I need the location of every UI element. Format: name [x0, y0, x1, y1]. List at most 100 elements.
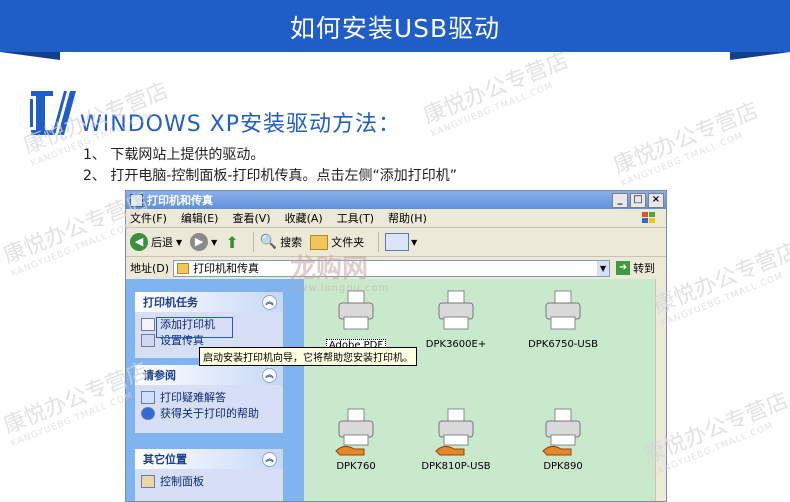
printer-item[interactable]: DPK810P-USB: [412, 407, 500, 472]
task-pane: 打印机任务 ︽ 添加打印机 设置传真 请参阅 ︽ 打印疑难解答 获得关于打印的帮…: [126, 279, 304, 501]
printer-name: DPK6750-USB: [528, 339, 598, 350]
printer-icon: [545, 290, 581, 330]
forward-arrow-icon: ▶: [190, 233, 209, 251]
views-button[interactable]: ▼: [385, 233, 417, 251]
folder-icon: [310, 234, 329, 250]
print-help-label: 获得关于打印的帮助: [160, 407, 259, 420]
back-label: 后退: [151, 236, 173, 249]
printer-item[interactable]: DPK760: [312, 407, 400, 472]
instruction-step-1: 1、 下载网站上提供的驱动。: [83, 147, 265, 163]
section-title: WINDOWS XP安装驱动方法：: [80, 112, 402, 137]
toolbar: ◀ 后退 ▼ ▶ ▼ ⬆ 🔍 搜索 文件夹 ▼: [126, 228, 666, 257]
printer-name: DPK810P-USB: [421, 461, 491, 472]
shared-printer-icon: [435, 408, 474, 456]
search-button[interactable]: 🔍 搜索: [260, 234, 302, 250]
printer-tasks-header[interactable]: 打印机任务 ︽: [135, 292, 283, 312]
up-folder-button[interactable]: ⬆: [225, 233, 238, 252]
add-printer-icon: [141, 317, 155, 331]
folders-button[interactable]: 文件夹: [310, 234, 364, 250]
address-bar: 地址(D) 打印机和传真 ▼ ➜ 转到: [126, 257, 666, 280]
menu-tools[interactable]: 工具(T): [337, 210, 374, 226]
toolbar-separator: [378, 232, 380, 252]
printer-item[interactable]: DPK3600E+: [412, 289, 500, 350]
printer-name: DPK890: [543, 461, 583, 472]
shared-printer-icon: [542, 408, 581, 456]
toolbar-separator: [252, 232, 254, 252]
print-troubleshooter-label: 打印疑难解答: [160, 391, 226, 404]
dropdown-arrow-icon: ▼: [176, 237, 183, 247]
banner-title: 如何安装USB驱动: [289, 14, 501, 43]
banner-wing-left: [0, 52, 60, 60]
help-circle-icon: [141, 406, 155, 420]
task-control-panel[interactable]: 控制面板: [141, 473, 277, 489]
address-value: 打印机和传真: [193, 262, 260, 275]
printer-item[interactable]: DPK6750-USB: [519, 289, 607, 350]
menu-view[interactable]: 查看(V): [232, 210, 270, 226]
printer-icon: [338, 290, 374, 330]
back-button[interactable]: ◀ 后退 ▼: [130, 233, 182, 251]
menu-bar: 文件(F) 编辑(E) 查看(V) 收藏(A) 工具(T) 帮助(H): [126, 209, 666, 228]
dropdown-arrow-icon: ▼: [211, 237, 218, 247]
address-label: 地址(D): [130, 262, 170, 275]
task-print-troubleshooter[interactable]: 打印疑难解答: [141, 389, 277, 405]
help-icon: [141, 390, 155, 404]
other-places-header[interactable]: 其它位置 ︽: [135, 449, 283, 469]
collapse-chevron-icon[interactable]: ︽: [262, 452, 277, 467]
printer-folder-icon: [130, 193, 143, 207]
other-places-box: 其它位置 ︽ 控制面板: [135, 449, 283, 501]
task-print-help[interactable]: 获得关于打印的帮助: [141, 405, 277, 421]
add-printer-tooltip: 启动安装打印机向导，它将帮助您安装打印机。: [199, 347, 417, 366]
window-content: 打印机任务 ︽ 添加打印机 设置传真 请参阅 ︽ 打印疑难解答 获得关于打印的帮…: [126, 279, 666, 501]
other-places-body: 控制面板: [135, 469, 283, 501]
dropdown-arrow-icon: ▼: [411, 237, 418, 247]
search-label: 搜索: [280, 236, 303, 249]
step-number-graphic: [30, 91, 76, 135]
printer-list-pane: Adobe PDF DPK3600E+ DPK6750-USB DPK760 D…: [304, 279, 666, 501]
window-titlebar: 打印机和传真 _ □ ×: [126, 191, 666, 209]
menu-favorites[interactable]: 收藏(A): [285, 210, 323, 226]
printer-folder-icon: [177, 262, 190, 274]
printer-icon: [438, 290, 474, 330]
search-icon: 🔍: [259, 234, 278, 250]
go-arrow-icon: ➜: [616, 261, 631, 275]
printer-tasks-title: 打印机任务: [143, 296, 198, 309]
see-also-body: 打印疑难解答 获得关于打印的帮助: [135, 385, 283, 433]
see-also-box: 请参阅 ︽ 打印疑难解答 获得关于打印的帮助: [135, 365, 283, 433]
printer-item[interactable]: DPK890: [519, 407, 607, 472]
menu-help[interactable]: 帮助(H): [388, 210, 427, 226]
vertical-scrollbar[interactable]: [655, 279, 666, 501]
menu-file[interactable]: 文件(F): [130, 210, 167, 226]
windows-flag-icon: [640, 211, 658, 225]
menu-edit[interactable]: 编辑(E): [181, 210, 219, 226]
store-watermark: 康悦办公专营店 KANGYUEBG.TMALL.COM: [609, 98, 763, 190]
header-banner: 如何安装USB驱动: [0, 0, 790, 52]
address-input[interactable]: 打印机和传真 ▼: [173, 259, 611, 277]
maximize-button[interactable]: □: [630, 192, 646, 208]
address-dropdown-icon[interactable]: ▼: [597, 260, 610, 276]
instruction-step-2: 2、 打开电脑-控制面板-打印机传真。点击左侧“添加打印机”: [83, 168, 457, 184]
see-also-header[interactable]: 请参阅 ︽: [135, 365, 283, 385]
store-watermark: 康悦办公专营店 KANGYUEBG.TMALL.COM: [419, 48, 573, 140]
folders-label: 文件夹: [331, 236, 365, 249]
collapse-chevron-icon[interactable]: ︽: [262, 368, 277, 383]
back-arrow-icon: ◀: [130, 233, 148, 251]
go-label: 转到: [633, 262, 656, 275]
printer-name: DPK760: [336, 461, 376, 472]
up-folder-icon: ⬆: [225, 232, 239, 252]
control-panel-icon: [141, 474, 155, 488]
fax-icon: [141, 333, 155, 347]
control-panel-label: 控制面板: [160, 475, 204, 488]
other-places-title: 其它位置: [143, 453, 187, 466]
minimize-button[interactable]: _: [612, 192, 628, 208]
printer-item[interactable]: Adobe PDF: [312, 289, 400, 352]
views-icon: [385, 233, 410, 251]
go-button[interactable]: ➜ 转到: [616, 260, 655, 276]
forward-button[interactable]: ▶ ▼: [190, 233, 217, 251]
printer-name: DPK3600E+: [425, 339, 487, 350]
store-watermark: 康悦办公专营店 KANGYUEBG.TMALL.COM: [649, 238, 790, 330]
collapse-chevron-icon[interactable]: ︽: [262, 295, 277, 310]
close-button[interactable]: ×: [648, 192, 664, 208]
printers-faxes-window: 打印机和传真 _ □ × 文件(F) 编辑(E) 查看(V) 收藏(A) 工具(…: [125, 190, 667, 502]
see-also-title: 请参阅: [143, 369, 176, 382]
banner-wing-right: [730, 52, 790, 60]
